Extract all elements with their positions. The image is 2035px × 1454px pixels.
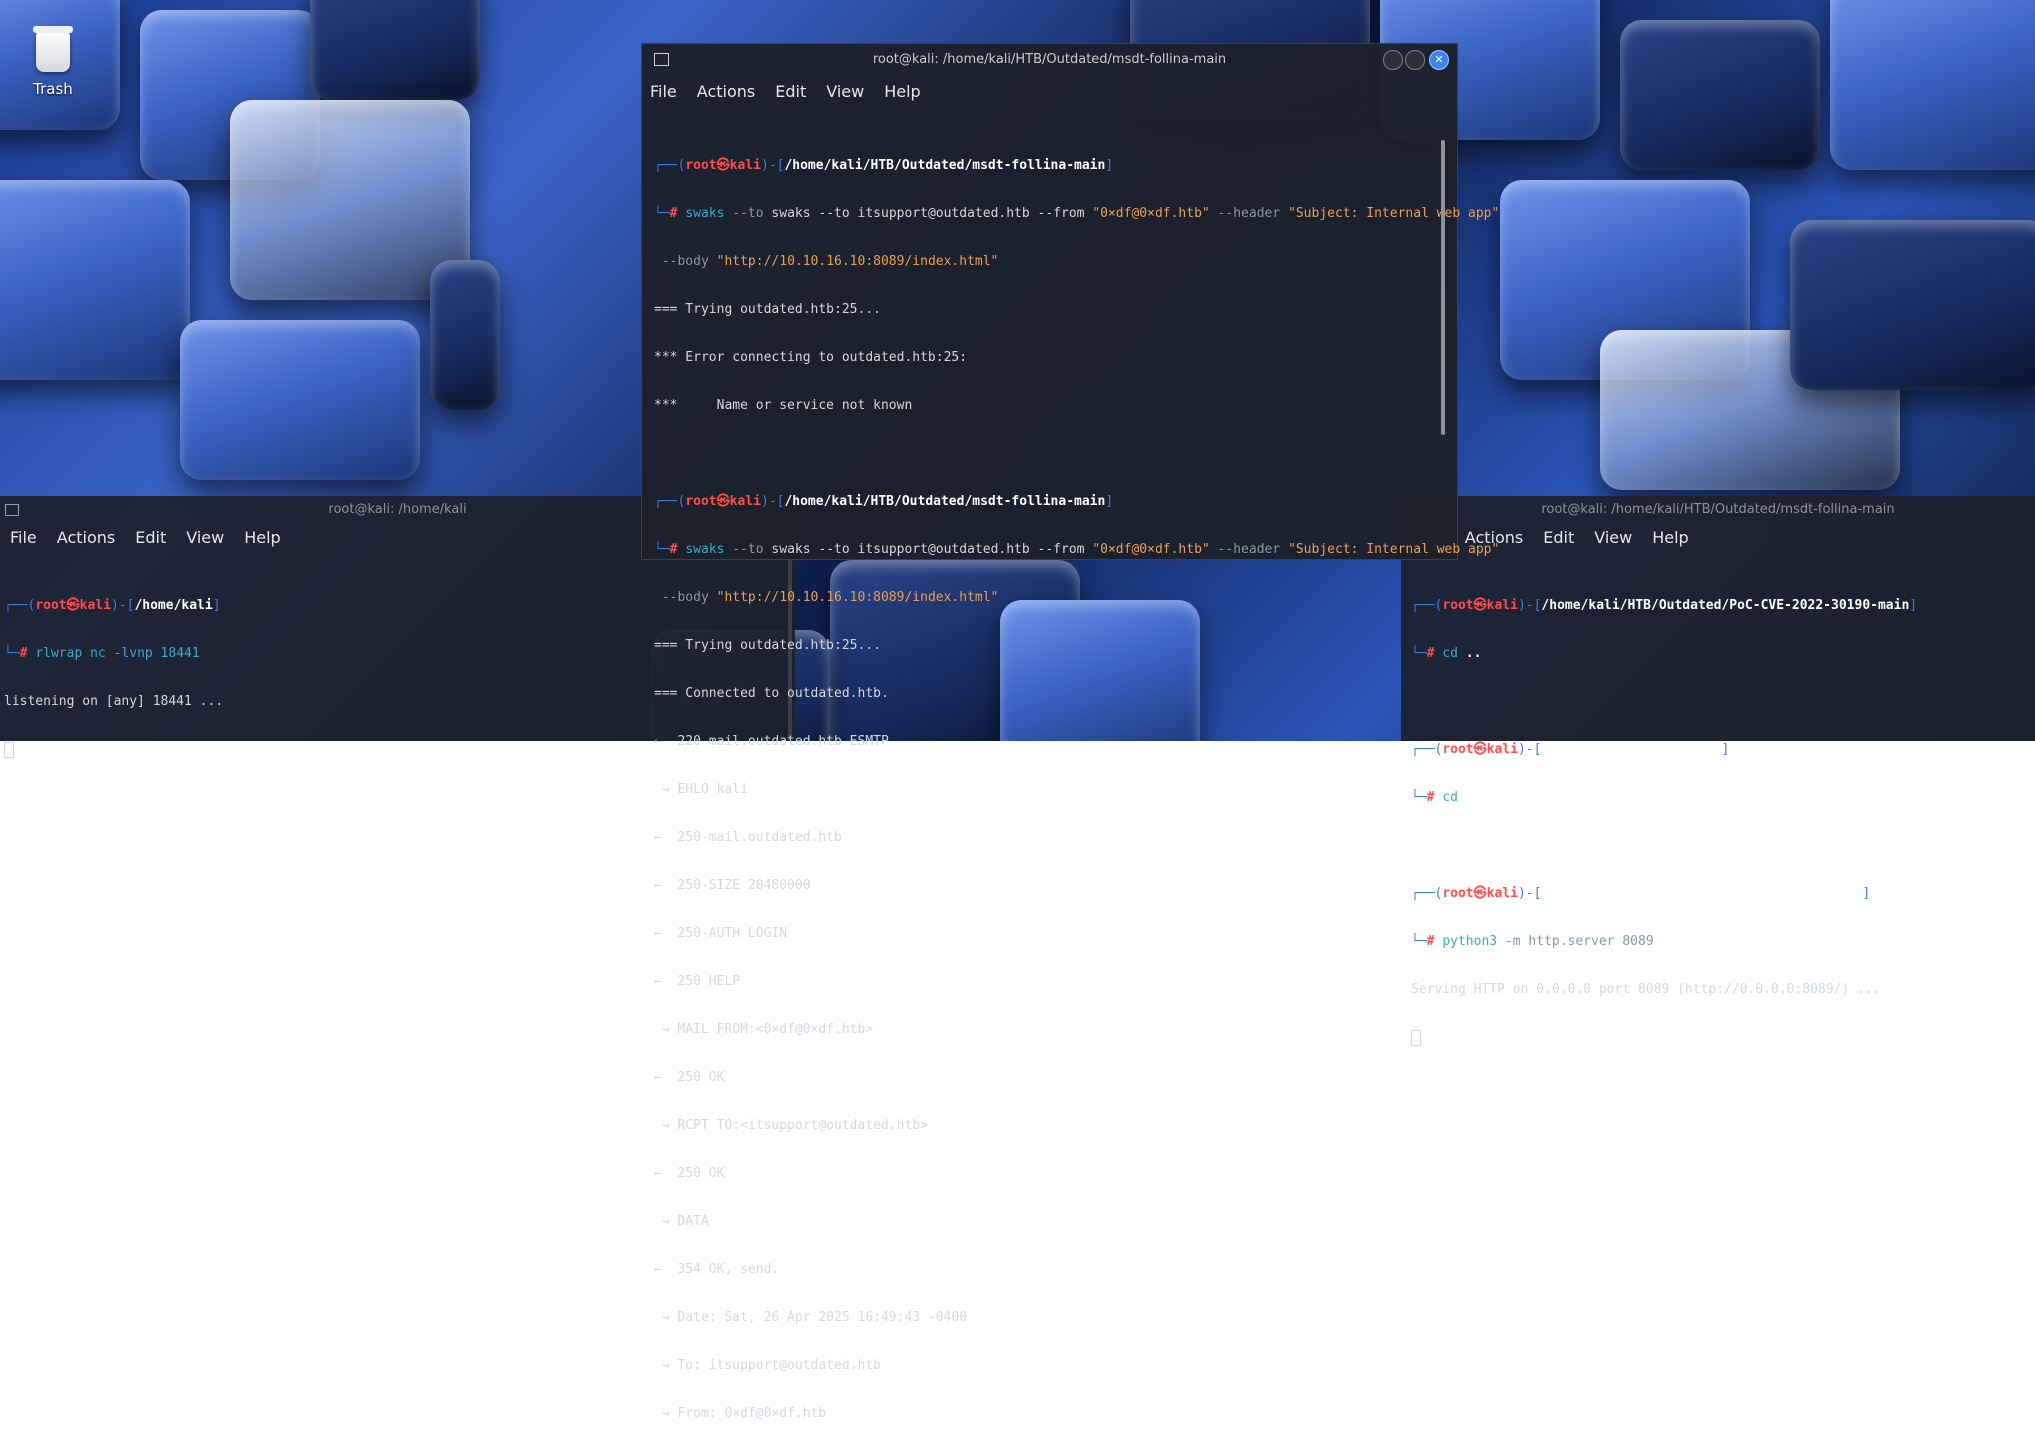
menu-view[interactable]: View bbox=[1594, 528, 1632, 547]
menu-file[interactable]: File bbox=[650, 82, 677, 101]
terminal-output[interactable]: ┌──(root㉿kali)-[/home/kali/HTB/Outdated/… bbox=[1401, 552, 2035, 1078]
menu-edit[interactable]: Edit bbox=[775, 82, 806, 101]
trash-label: Trash bbox=[33, 80, 73, 98]
close-button[interactable] bbox=[1429, 50, 1449, 70]
maximize-button[interactable] bbox=[1405, 50, 1425, 70]
window-title: root@kali: /home/kali/HTB/Outdated/msdt-… bbox=[1541, 502, 1895, 517]
output-line: Serving HTTP on 0.0.0.0 port 8089 (http:… bbox=[1411, 982, 1881, 997]
terminal-output[interactable]: ┌──(root㉿kali)-[/home/kali/HTB/Outdated/… bbox=[642, 106, 1499, 1454]
trash-desktop-icon[interactable]: Trash bbox=[22, 26, 84, 98]
wallpaper-cube bbox=[180, 320, 420, 480]
menu-bar: File Actions Edit View Help bbox=[642, 76, 1457, 106]
menu-file[interactable]: File bbox=[10, 528, 37, 547]
window-titlebar[interactable]: root@kali: /home/kali/HTB/Outdated/msdt-… bbox=[1401, 496, 2035, 522]
menu-actions[interactable]: Actions bbox=[57, 528, 115, 547]
terminal-window-right[interactable]: root@kali: /home/kali/HTB/Outdated/msdt-… bbox=[1401, 496, 2035, 1046]
menu-edit[interactable]: Edit bbox=[135, 528, 166, 547]
menu-help[interactable]: Help bbox=[1652, 528, 1688, 547]
scrollbar[interactable] bbox=[1441, 140, 1445, 435]
menu-help[interactable]: Help bbox=[884, 82, 920, 101]
wallpaper-cube bbox=[0, 180, 190, 380]
wallpaper-cube bbox=[1830, 0, 2035, 170]
terminal-cursor bbox=[4, 742, 14, 758]
wallpaper-cube bbox=[430, 260, 500, 410]
minimize-button[interactable] bbox=[1383, 50, 1403, 70]
trash-icon bbox=[33, 26, 73, 72]
menu-actions[interactable]: Actions bbox=[697, 82, 755, 101]
menu-view[interactable]: View bbox=[186, 528, 224, 547]
menu-view[interactable]: View bbox=[826, 82, 864, 101]
menu-help[interactable]: Help bbox=[244, 528, 280, 547]
window-titlebar[interactable]: root@kali: /home/kali/HTB/Outdated/msdt-… bbox=[642, 44, 1457, 76]
wallpaper-cube bbox=[310, 0, 480, 100]
window-title: root@kali: /home/kali/HTB/Outdated/msdt-… bbox=[872, 52, 1227, 67]
menu-edit[interactable]: Edit bbox=[1543, 528, 1574, 547]
wallpaper-cube bbox=[1790, 220, 2035, 390]
terminal-window-main[interactable]: root@kali: /home/kali/HTB/Outdated/msdt-… bbox=[641, 43, 1499, 1421]
wallpaper-cube bbox=[1620, 20, 1820, 170]
